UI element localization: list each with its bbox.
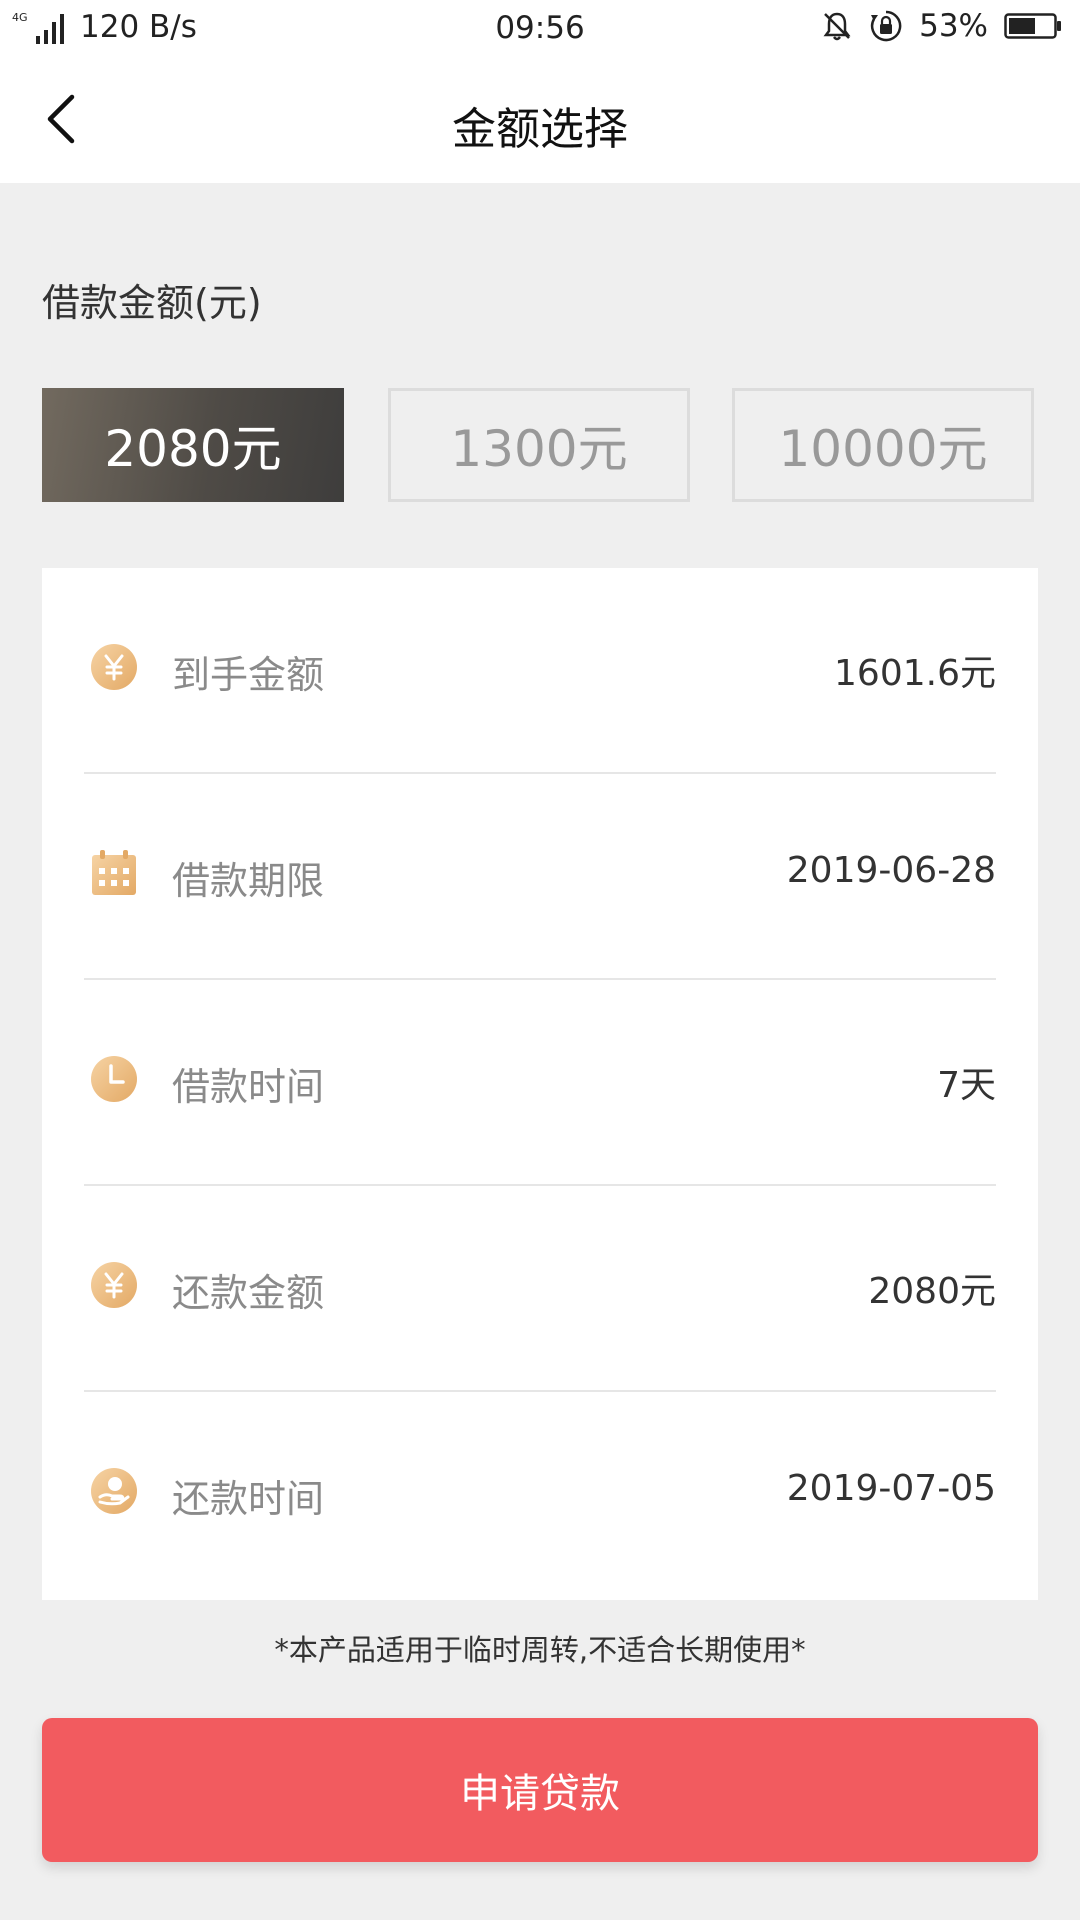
detail-value: 1601.6元 <box>834 653 996 694</box>
detail-row-repay-amount: 还款金额 2080元 <box>42 1186 1038 1392</box>
page-title: 金额选择 <box>452 104 628 155</box>
status-bar: 4G 120 B/s 09:56 53% <box>0 0 1080 55</box>
nav-bar: 金额选择 <box>0 55 1080 183</box>
detail-row-loan-duration: 借款时间 7天 <box>42 980 1038 1186</box>
detail-value: 2019-06-28 <box>786 850 996 891</box>
detail-label: 还款金额 <box>172 1271 325 1315</box>
yuan-coin-icon <box>91 1262 137 1308</box>
calendar-icon <box>92 850 136 895</box>
loan-details-card: 到手金额 1601.6元 借款期限 2019-06-28 借款时间 7天 还款金… <box>42 568 1038 1600</box>
battery-icon <box>1004 13 1061 39</box>
rotation-lock-icon <box>871 10 902 42</box>
detail-label: 借款期限 <box>172 859 325 903</box>
detail-value: 7天 <box>937 1065 996 1106</box>
bell-muted-icon <box>823 12 851 41</box>
apply-loan-button[interactable]: 申请贷款 <box>42 1718 1038 1862</box>
yuan-coin-icon <box>91 644 137 690</box>
usage-notice: *本产品适用于临时周转,不适合长期使用* <box>274 1633 806 1667</box>
detail-label: 借款时间 <box>172 1065 325 1109</box>
loan-amount-label: 借款金额(元) <box>42 281 262 325</box>
detail-row-repay-date: 还款时间 2019-07-05 <box>42 1392 1038 1598</box>
repay-hand-icon <box>91 1468 137 1514</box>
status-right: 53% <box>821 8 1062 44</box>
battery-percent: 53% <box>919 8 988 44</box>
detail-label: 到手金额 <box>172 653 325 697</box>
detail-value: 2019-07-05 <box>786 1468 996 1509</box>
amount-option[interactable]: 1300元 <box>388 388 690 502</box>
detail-value: 2080元 <box>868 1271 996 1312</box>
detail-label: 还款时间 <box>172 1477 325 1521</box>
detail-row-received-amount: 到手金额 1601.6元 <box>42 568 1038 774</box>
clock-icon <box>91 1056 137 1102</box>
amount-options: 2080元 1300元 10000元 <box>42 388 1038 502</box>
detail-row-loan-term: 借款期限 2019-06-28 <box>42 774 1038 980</box>
amount-option-selected[interactable]: 2080元 <box>42 388 344 502</box>
amount-option[interactable]: 10000元 <box>732 388 1034 502</box>
